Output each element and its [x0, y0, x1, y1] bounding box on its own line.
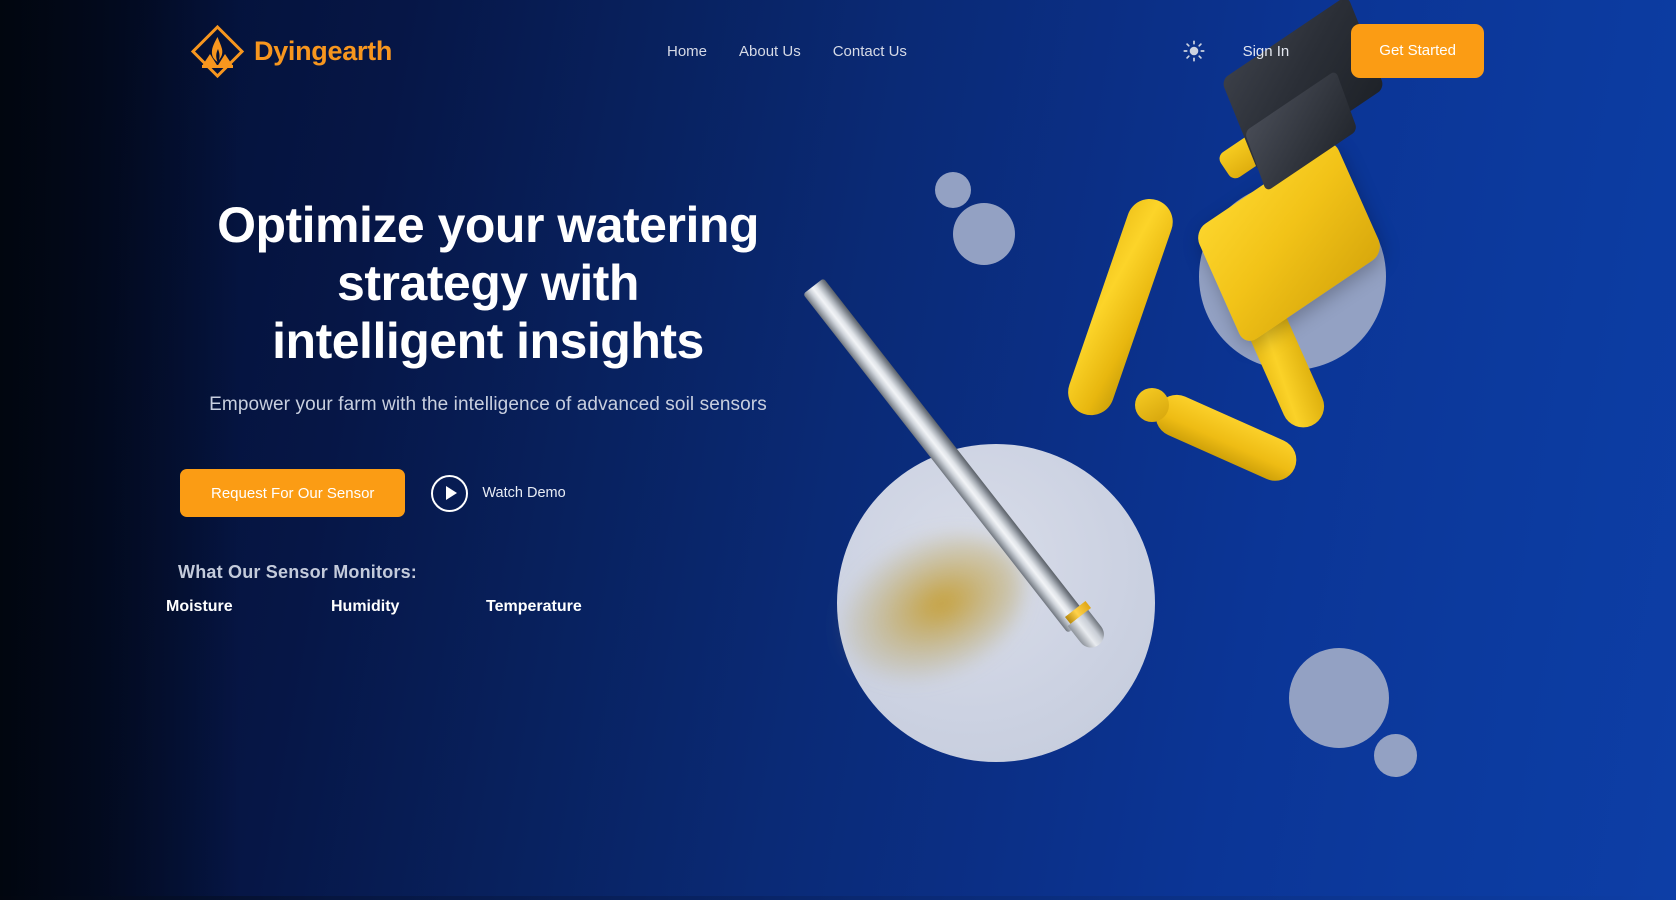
hero-graphic — [780, 0, 1676, 900]
monitor-item-temperature: Temperature — [486, 598, 582, 615]
sensor-monitors-title: What Our Sensor Monitors: — [178, 562, 417, 582]
page-title: Optimize your watering strategy with int… — [178, 196, 798, 370]
hero-title-line-2: strategy with — [337, 255, 639, 311]
handle-joint — [1135, 388, 1169, 422]
hero-content: Optimize your watering strategy with int… — [178, 196, 798, 517]
brand-name: Dyingearth — [254, 36, 393, 66]
sensor-monitors-section: What Our Sensor Monitors: — [178, 562, 417, 583]
nav-link-home[interactable]: Home — [667, 43, 707, 60]
nav-link-contact-us[interactable]: Contact Us — [833, 43, 907, 60]
navbar: Dyingearth Home About Us Contact Us Sign… — [0, 0, 1676, 102]
watch-demo-button[interactable]: Watch Demo — [431, 474, 566, 512]
soil-sensor-probe-image — [780, 0, 1676, 900]
sun-icon[interactable] — [1177, 34, 1211, 68]
landing-page: Dyingearth Home About Us Contact Us Sign… — [0, 0, 1676, 900]
nav-links: Home About Us Contact Us — [667, 0, 907, 102]
sensor-monitors-list: Moisture Humidity Temperature — [166, 598, 582, 616]
brand-logo[interactable]: Dyingearth — [190, 24, 392, 79]
flame-diamond-logo-icon — [190, 24, 245, 79]
hero-cta-group: Request For Our Sensor Watch Demo — [178, 469, 798, 517]
watch-demo-label: Watch Demo — [482, 485, 566, 501]
hero-title-line-1: Optimize your watering — [217, 197, 759, 253]
get-started-button[interactable]: Get Started — [1351, 24, 1484, 78]
nav-actions: Sign In Get Started — [1177, 0, 1484, 102]
hero-subtitle: Empower your farm with the intelligence … — [209, 394, 767, 415]
sign-in-link[interactable]: Sign In — [1243, 43, 1290, 60]
monitor-item-humidity: Humidity — [331, 598, 400, 615]
monitor-item-moisture: Moisture — [166, 598, 233, 615]
nav-link-about-us[interactable]: About Us — [739, 43, 801, 60]
request-sensor-button[interactable]: Request For Our Sensor — [180, 469, 406, 517]
hero-title-line-3: intelligent insights — [272, 313, 704, 369]
play-icon — [431, 474, 469, 512]
